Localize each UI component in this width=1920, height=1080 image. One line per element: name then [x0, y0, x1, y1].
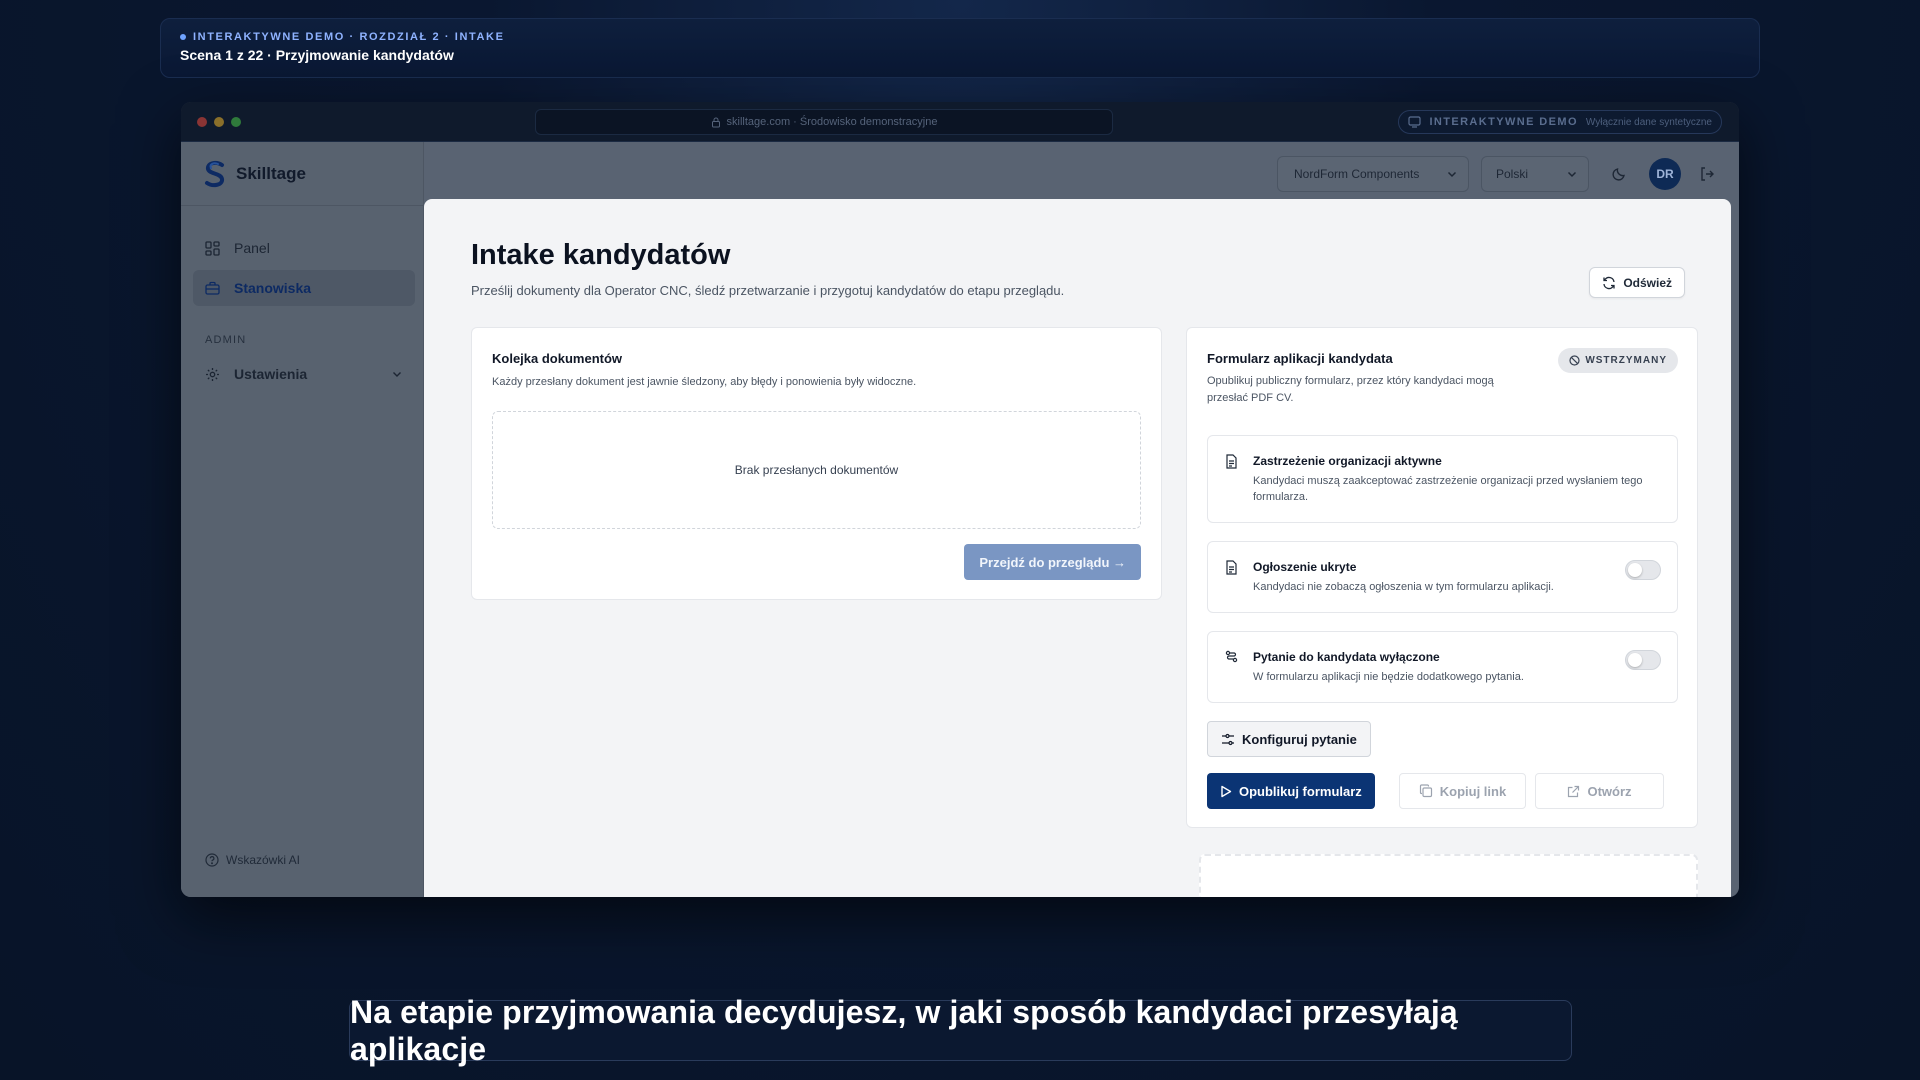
demo-mode-note: Wyłącznie dane syntetyczne	[1585, 116, 1712, 128]
chevron-down-icon	[1566, 168, 1578, 180]
demo-banner: INTERAKTYWNE DEMO · ROZDZIAŁ 2 · INTAKE …	[160, 18, 1760, 78]
address-bar[interactable]: skilltage.com · Środowisko demonstracyjn…	[535, 109, 1113, 135]
open-form-button[interactable]: Otwórz	[1535, 773, 1664, 809]
ai-tips-link[interactable]: Wskazówki AI	[205, 853, 300, 867]
form-description: Opublikuj publiczny formularz, przez któ…	[1207, 375, 1494, 404]
maximize-window-button[interactable]	[231, 116, 241, 127]
sidebar-item-label: Stanowiska	[234, 280, 312, 296]
upload-card-partial	[1199, 854, 1698, 897]
logout-icon[interactable]	[1699, 166, 1715, 182]
briefcase-icon	[205, 281, 220, 295]
empty-state-text: Brak przesłanych dokumentów	[734, 463, 899, 477]
app-shell: Skilltage Panel Stanowiska ADMIN Ustawie…	[181, 142, 1739, 897]
status-dot-icon	[180, 34, 186, 40]
page-subtitle: Prześlij dokumenty dla Operator CNC, śle…	[471, 283, 1065, 298]
queue-title: Kolejka dokumentów	[492, 351, 623, 366]
avatar[interactable]: DR	[1649, 158, 1681, 190]
scene-title: Scena 1 z 22 · Przyjmowanie kandydatów	[180, 47, 454, 63]
grid-icon	[205, 240, 220, 256]
ai-tips-label: Wskazówki AI	[226, 853, 301, 867]
copy-link-label: Kopiuj link	[1439, 783, 1507, 799]
minimize-window-button[interactable]	[214, 116, 224, 127]
play-icon	[1220, 785, 1232, 798]
topbar-controls: NordForm Components Polski DR	[1277, 142, 1739, 206]
demo-mode-label: INTERAKTYWNE DEMO	[1429, 116, 1578, 128]
open-form-label: Otwórz	[1587, 783, 1632, 799]
refresh-label: Odśwież	[1623, 275, 1672, 290]
setting-hidden-posting: Ogłoszenie ukryte Kandydaci nie zobaczą …	[1207, 541, 1678, 613]
close-window-button[interactable]	[197, 116, 207, 127]
sidebar: Skilltage Panel Stanowiska ADMIN Ustawie…	[181, 142, 424, 897]
document-icon	[1225, 454, 1238, 469]
status-text: WSTRZYMANY	[1585, 355, 1667, 366]
document-queue-card: Kolejka dokumentów Każdy przesłany dokum…	[471, 327, 1162, 600]
copy-link-button[interactable]: Kopiuj link	[1399, 773, 1526, 809]
gear-icon	[205, 367, 220, 382]
help-circle-icon	[205, 853, 219, 867]
demo-mode-pill: INTERAKTYWNE DEMO Wyłącznie dane syntety…	[1398, 110, 1722, 134]
setting-description: W formularzu aplikacji nie będzie dodatk…	[1253, 671, 1524, 683]
setting-org-disclaimer: Zastrzeżenie organizacji aktywne Kandyda…	[1207, 435, 1678, 523]
theme-toggle-moon-icon[interactable]	[1611, 166, 1627, 182]
queue-description: Każdy przesłany dokument jest jawnie śle…	[492, 376, 917, 388]
refresh-icon	[1602, 276, 1616, 290]
refresh-button[interactable]: Odśwież	[1589, 267, 1685, 298]
go-to-review-button[interactable]: Przejdź do przeglądu →	[964, 544, 1141, 580]
status-badge: WSTRZYMANY	[1558, 348, 1678, 373]
monitor-icon	[1408, 116, 1422, 128]
language-select[interactable]: Polski	[1481, 156, 1589, 192]
chevron-down-icon	[1446, 168, 1458, 180]
form-title: Formularz aplikacji kandydata	[1207, 351, 1393, 366]
setting-title: Pytanie do kandydata wyłączone	[1253, 650, 1440, 664]
sidebar-item-label: Ustawienia	[234, 366, 308, 382]
setting-title: Zastrzeżenie organizacji aktywne	[1253, 454, 1442, 468]
page-title: Intake kandydatów	[471, 239, 731, 271]
intake-panel: Intake kandydatów Prześlij dokumenty dla…	[424, 199, 1731, 897]
posting-visibility-toggle[interactable]	[1625, 560, 1661, 580]
application-form-card: Formularz aplikacji kandydata Opublikuj …	[1186, 327, 1698, 828]
external-link-icon	[1567, 785, 1580, 798]
url-text: skilltage.com · Środowisko demonstracyjn…	[726, 116, 938, 128]
sidebar-section-label: ADMIN	[205, 334, 247, 346]
paused-icon	[1569, 355, 1580, 366]
publish-form-label: Opublikuj formularz	[1239, 783, 1362, 799]
demo-kicker-text: INTERAKTYWNE DEMO · ROZDZIAŁ 2 · INTAKE	[193, 31, 505, 43]
document-icon	[1225, 560, 1238, 575]
logo-icon	[202, 160, 228, 188]
copy-icon	[1419, 784, 1433, 798]
sidebar-item-stanowiska[interactable]: Stanowiska	[193, 270, 415, 306]
browser-toolbar: skilltage.com · Środowisko demonstracyjn…	[181, 102, 1739, 142]
setting-title: Ogłoszenie ukryte	[1253, 560, 1357, 574]
demo-kicker: INTERAKTYWNE DEMO · ROZDZIAŁ 2 · INTAKE	[180, 31, 1740, 43]
sidebar-item-panel[interactable]: Panel	[193, 230, 415, 266]
brand-name: Skilltage	[236, 163, 306, 183]
company-select-value: NordForm Components	[1294, 167, 1420, 181]
setting-candidate-question: Pytanie do kandydata wyłączone W formula…	[1207, 631, 1678, 703]
document-dropzone[interactable]: Brak przesłanych dokumentów	[492, 411, 1141, 529]
configure-question-label: Konfiguruj pytanie	[1242, 731, 1357, 747]
browser-window: skilltage.com · Środowisko demonstracyjn…	[181, 102, 1739, 897]
publish-form-button[interactable]: Opublikuj formularz	[1207, 773, 1375, 809]
setting-description: Kandydaci nie zobaczą ogłoszenia w tym f…	[1253, 581, 1554, 593]
window-controls	[197, 116, 241, 127]
language-select-value: Polski	[1496, 167, 1529, 181]
sliders-icon	[1221, 733, 1235, 746]
brand[interactable]: Skilltage	[181, 142, 423, 206]
narration-caption: Na etapie przyjmowania decydujesz, w jak…	[349, 994, 1572, 1067]
sidebar-item-settings[interactable]: Ustawienia	[193, 356, 415, 392]
company-select[interactable]: NordForm Components	[1277, 156, 1469, 192]
sidebar-item-label: Panel	[234, 240, 270, 256]
candidate-question-toggle[interactable]	[1625, 650, 1661, 670]
configure-question-button[interactable]: Konfiguruj pytanie	[1207, 721, 1371, 757]
chevron-down-icon	[391, 368, 403, 380]
lock-icon	[711, 117, 721, 128]
setting-description: Kandydaci muszą zaakceptować zastrzeżeni…	[1253, 475, 1643, 503]
question-flow-icon	[1225, 650, 1238, 663]
